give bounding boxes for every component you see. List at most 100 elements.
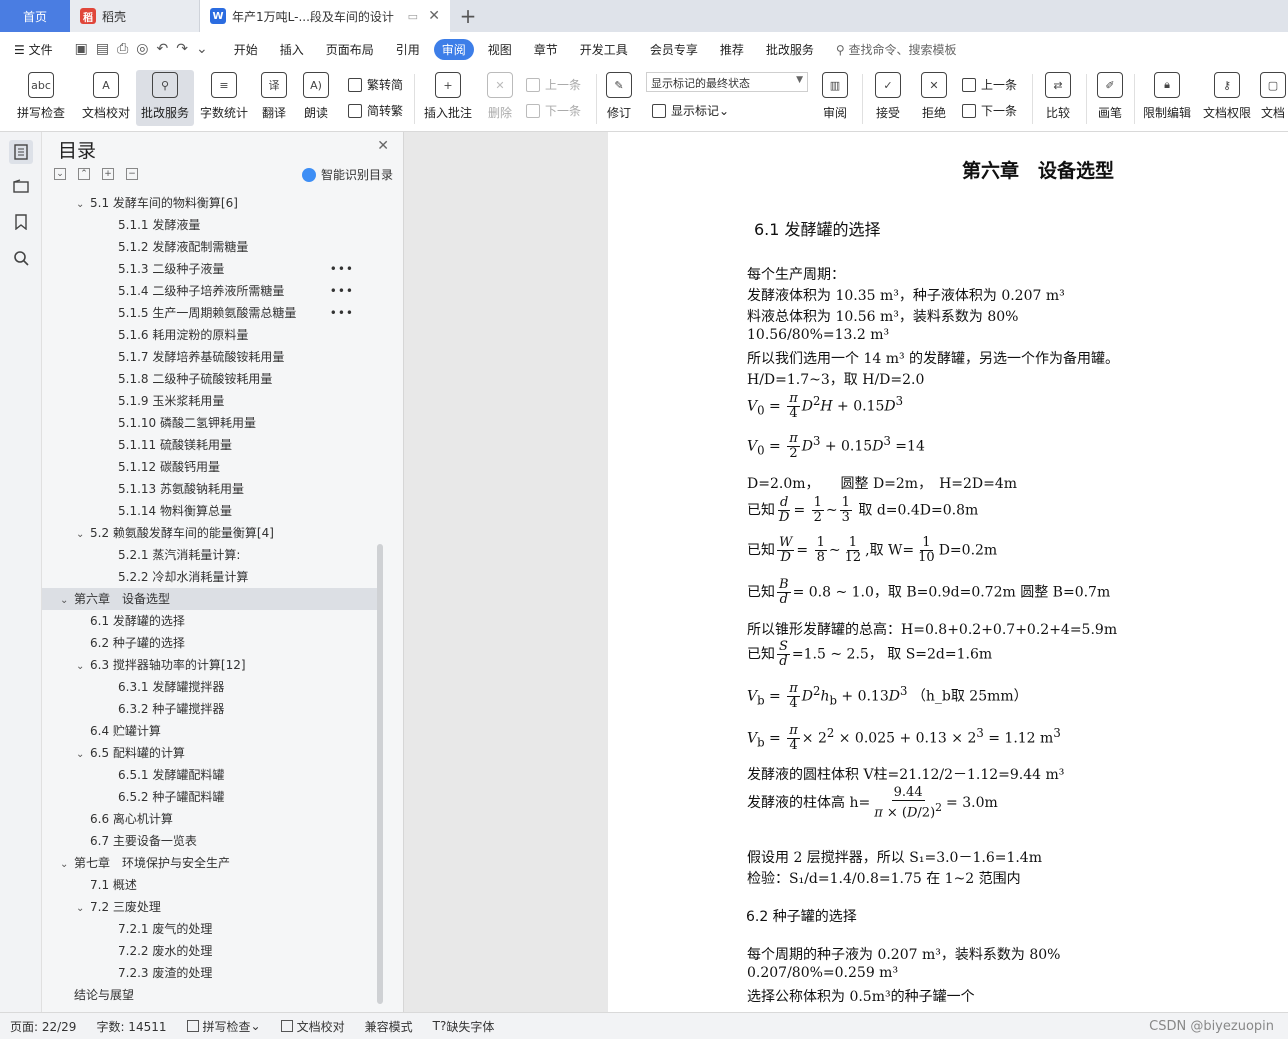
compare-button[interactable]: ⇄ 比较 (1038, 70, 1078, 126)
menu-insert[interactable]: 插入 (280, 41, 304, 58)
proofread-button[interactable]: A 文档校对 (78, 70, 134, 126)
search-icon[interactable] (9, 246, 33, 270)
toc-item[interactable]: 结论与展望 (42, 984, 382, 1002)
toc-item[interactable]: 5.1.10 磷酸二氢钾耗用量 (42, 412, 382, 434)
toc-item[interactable]: 6.2 种子罐的选择 (42, 632, 382, 654)
menu-review-service[interactable]: 批改服务 (766, 41, 814, 58)
chevron-down-icon[interactable]: ⌄ (76, 656, 90, 678)
toc-item[interactable]: 5.2.1 蒸汽消耗量计算: (42, 544, 382, 566)
toc-item[interactable]: ⌄ 第七章 环境保护与安全生产 (42, 852, 382, 874)
add-level-icon[interactable]: + (102, 168, 114, 180)
accept-button[interactable]: ✓ 接受 (868, 70, 908, 126)
document-page[interactable]: 第六章 设备选型 6.1 发酵罐的选择 每个生产周期： 发酵液体积为 10.35… (608, 132, 1288, 1012)
show-markup-button[interactable]: 显示标记 ⌄ (652, 102, 729, 119)
toc-item[interactable]: 6.1 发酵罐的选择 (42, 610, 382, 632)
more-icon[interactable]: ••• (330, 302, 354, 324)
toc-item[interactable]: 5.1.3 二级种子液量 ••• (42, 258, 382, 280)
next-change-button[interactable]: 下一条 (962, 102, 1017, 119)
toc-nav-icon[interactable] (9, 140, 33, 164)
toc-item[interactable]: 7.1 概述 (42, 874, 382, 896)
toc-item[interactable]: 6.3.2 种子罐搅拌器 (42, 698, 382, 720)
chevron-down-icon[interactable]: ⌄ (76, 524, 90, 546)
save-icon[interactable]: ▣ (75, 41, 88, 57)
tab-home[interactable]: 首页 (0, 0, 70, 32)
command-search[interactable]: ⚲ 查找命令、搜索模板 (836, 41, 957, 58)
toc-item[interactable]: ⌄ 6.3 搅拌器轴功率的计算[12] (42, 654, 382, 676)
delete-comment-button[interactable]: ✕ 删除 (480, 70, 520, 126)
toc-item[interactable]: 5.1.1 发酵液量 (42, 214, 382, 236)
simp-to-trad-button[interactable]: 简转繁 (348, 102, 403, 119)
insert-comment-button[interactable]: + 插入批注 (420, 70, 476, 126)
preview-icon[interactable]: ◎ (136, 41, 148, 57)
toc-item[interactable]: 5.1.12 碳酸钙用量 (42, 456, 382, 478)
close-icon[interactable]: ✕ (428, 8, 440, 24)
status-spell-check[interactable]: 拼写检查 ⌄ (186, 1018, 261, 1035)
toc-item[interactable]: 6.3.1 发酵罐搅拌器 (42, 676, 382, 698)
toc-item[interactable]: ⌄ 第六章 设备选型 (42, 588, 382, 610)
toc-item[interactable]: 6.6 离心机计算 (42, 808, 382, 830)
toc-item[interactable]: ⌄ 5.2 赖氨酸发酵车间的能量衡算[4] (42, 522, 382, 544)
doc-more-button[interactable]: ▢ 文档 (1258, 70, 1288, 126)
spell-check-button[interactable]: abc 拼写检查 (10, 70, 72, 126)
toc-item[interactable]: 5.2.2 冷却水消耗量计算 (42, 566, 382, 588)
tab-daoke[interactable]: 稻 稻壳 (70, 0, 200, 32)
missing-font[interactable]: T? 缺失字体 (433, 1018, 495, 1035)
toc-item[interactable]: 6.5.1 发酵罐配料罐 (42, 764, 382, 786)
chevron-down-icon[interactable]: ⌄ (76, 194, 90, 216)
toc-item[interactable]: 6.5.2 种子罐配料罐 (42, 786, 382, 808)
collapse-all-icon[interactable]: ⌄ (54, 168, 66, 180)
smart-toc-button[interactable]: 智能识别目录 (301, 166, 393, 183)
restrict-edit-button[interactable]: 🔒︎ 限制编辑 (1140, 70, 1194, 126)
toc-item[interactable]: 5.1.13 苏氨酸钠耗用量 (42, 478, 382, 500)
remove-level-icon[interactable]: − (126, 168, 138, 180)
prev-change-button[interactable]: 上一条 (962, 76, 1017, 93)
chevron-down-icon[interactable]: ⌄ (76, 898, 90, 920)
toc-item[interactable]: 6.7 主要设备一览表 (42, 830, 382, 852)
trad-to-simp-button[interactable]: 繁转简 (348, 76, 403, 93)
markup-state-select[interactable]: 显示标记的最终状态 ▼ (646, 72, 808, 92)
prev-comment-button[interactable]: 上一条 (526, 76, 581, 93)
pin-icon[interactable]: ▭ (408, 10, 418, 23)
bookmark-icon[interactable] (9, 210, 33, 234)
close-icon[interactable]: ✕ (377, 138, 389, 154)
undo-icon[interactable]: ↶ (156, 41, 168, 57)
toc-item[interactable]: 5.1.11 硫酸镁耗用量 (42, 434, 382, 456)
export-icon[interactable]: ▤ (96, 41, 109, 57)
print-icon[interactable]: ⎙ (117, 41, 128, 57)
menu-file[interactable]: ☰ 文件 (14, 41, 53, 58)
toc-item[interactable]: 5.1.4 二级种子培养液所需糖量 ••• (42, 280, 382, 302)
toc-scrollbar[interactable] (377, 544, 383, 1004)
new-tab-button[interactable]: + (450, 0, 486, 32)
chevron-down-icon[interactable]: ⌄ (60, 854, 74, 876)
review-pane-button[interactable]: ▥ 审阅 (816, 70, 854, 126)
toc-item[interactable]: 5.1.7 发酵培养基硫酸铵耗用量 (42, 346, 382, 368)
word-count[interactable]: 字数: 14511 (96, 1018, 166, 1035)
page-indicator[interactable]: 页面: 22/29 (10, 1018, 76, 1035)
read-aloud-button[interactable]: A) 朗读 (298, 70, 334, 126)
menu-section[interactable]: 章节 (534, 41, 558, 58)
next-comment-button[interactable]: 下一条 (526, 102, 581, 119)
translate-button[interactable]: 译翻译 (254, 70, 294, 126)
chevron-down-icon[interactable]: ⌄ (76, 744, 90, 766)
menu-recommend[interactable]: 推荐 (720, 41, 744, 58)
reject-button[interactable]: ✕ 拒绝 (914, 70, 954, 126)
more-icon[interactable]: ••• (330, 258, 354, 280)
more-icon[interactable]: ••• (330, 280, 354, 302)
pen-button[interactable]: ✐ 画笔 (1092, 70, 1128, 126)
doc-permission-button[interactable]: ⚷ 文档权限 (1200, 70, 1254, 126)
menu-reference[interactable]: 引用 (396, 41, 420, 58)
chevron-down-icon[interactable]: ⌄ (196, 41, 208, 57)
toc-item[interactable]: 5.1.8 二级种子硫酸铵耗用量 (42, 368, 382, 390)
review-service-button[interactable]: ⚲ 批改服务 (136, 70, 194, 126)
toc-item[interactable]: 5.1.14 物料衡算总量 (42, 500, 382, 522)
menu-review[interactable]: 审阅 (433, 38, 474, 60)
status-proofread[interactable]: 文档校对 (280, 1018, 345, 1035)
chapter-nav-icon[interactable] (9, 174, 33, 198)
menu-devtools[interactable]: 开发工具 (580, 41, 628, 58)
chevron-down-icon[interactable]: ⌄ (60, 590, 74, 612)
toc-item[interactable]: 5.1.6 耗用淀粉的原料量 (42, 324, 382, 346)
redo-icon[interactable]: ↷ (176, 41, 188, 57)
tab-document[interactable]: W 年产1万吨L-...段及车间的设计 ▭ ✕ (200, 0, 450, 32)
menu-home[interactable]: 开始 (234, 41, 258, 58)
toc-item[interactable]: 7.2.1 废气的处理 (42, 918, 382, 940)
